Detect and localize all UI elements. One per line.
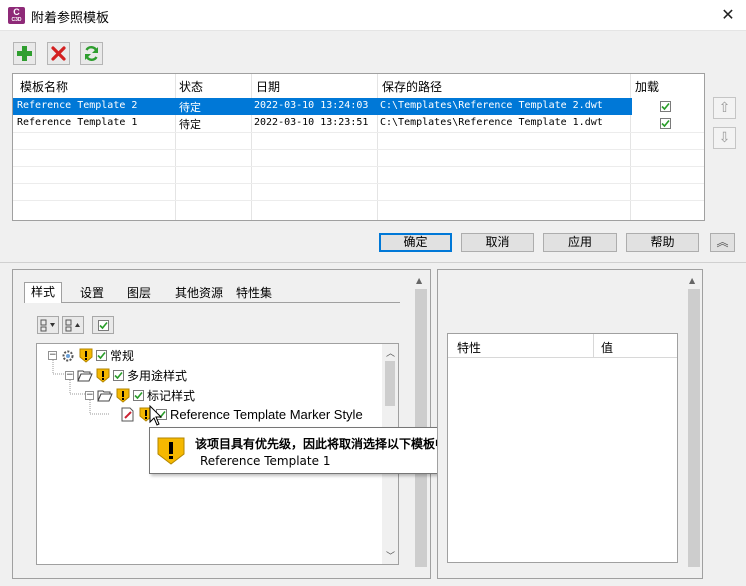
tooltip-detail: Reference Template 1 bbox=[200, 454, 331, 468]
column-header-value[interactable]: 值 bbox=[601, 339, 613, 356]
properties-grid[interactable]: 特性 值 bbox=[447, 333, 678, 563]
right-pane-scrollbar[interactable]: ▲ bbox=[686, 271, 702, 577]
node-checkbox[interactable] bbox=[133, 390, 144, 401]
collapse-toggle-icon[interactable]: − bbox=[48, 351, 57, 360]
load-checkbox[interactable] bbox=[660, 118, 671, 129]
tree-node-marker-styles[interactable]: − 标记样式 bbox=[85, 387, 195, 404]
open-folder-icon bbox=[97, 390, 113, 402]
warning-shield-icon bbox=[79, 348, 93, 363]
collapse-toggle-icon[interactable]: − bbox=[65, 371, 74, 380]
node-checkbox[interactable] bbox=[96, 350, 107, 361]
template-date-cell: 2022-03-10 13:23:51 bbox=[254, 117, 369, 128]
tree-node-label: 标记样式 bbox=[147, 389, 196, 403]
checkbox-icon bbox=[97, 319, 109, 331]
add-template-button[interactable] bbox=[13, 42, 36, 65]
expand-all-button[interactable] bbox=[37, 316, 59, 334]
template-date-cell: 2022-03-10 13:24:03 bbox=[254, 100, 369, 111]
title-bar: C C3D 附着参照模板 ✕ bbox=[0, 0, 746, 31]
checkmark-icon bbox=[661, 102, 670, 111]
collapse-all-button[interactable] bbox=[62, 316, 84, 334]
column-header-path[interactable]: 保存的路径 bbox=[382, 78, 442, 95]
column-header-name[interactable]: 模板名称 bbox=[20, 78, 68, 95]
style-document-icon bbox=[121, 407, 134, 422]
ok-button[interactable]: 确定 bbox=[379, 233, 452, 252]
column-header-property[interactable]: 特性 bbox=[457, 339, 481, 356]
move-down-button[interactable]: ⇩ bbox=[713, 127, 736, 149]
left-pane-scrollbar[interactable]: ▲ bbox=[413, 271, 429, 577]
tree-node-general[interactable]: − 常规 bbox=[48, 347, 134, 364]
tab-settings[interactable]: 设置 bbox=[74, 284, 110, 303]
column-header-status[interactable]: 状态 bbox=[179, 78, 203, 95]
help-button[interactable]: 帮助 bbox=[626, 233, 699, 252]
check-all-button[interactable] bbox=[92, 316, 114, 334]
table-row[interactable]: Reference Template 1 待定 2022-03-10 13:23… bbox=[13, 115, 632, 132]
tab-layers[interactable]: 图层 bbox=[121, 284, 157, 303]
refresh-button[interactable] bbox=[80, 42, 103, 65]
tree-node-label: 多用途样式 bbox=[127, 369, 188, 383]
red-x-icon bbox=[51, 46, 66, 61]
tree-node-multipurpose[interactable]: − 多用途样式 bbox=[65, 367, 187, 384]
warning-shield-icon bbox=[157, 437, 185, 465]
app-icon: C C3D bbox=[8, 7, 25, 24]
apply-button[interactable]: 应用 bbox=[543, 233, 617, 252]
tree-node-label: Reference Template Marker Style bbox=[170, 407, 363, 422]
cancel-button[interactable]: 取消 bbox=[461, 233, 534, 252]
collapse-toggle-icon[interactable]: − bbox=[85, 391, 94, 400]
column-header-date[interactable]: 日期 bbox=[256, 78, 280, 95]
tab-other-resources[interactable]: 其他资源 bbox=[169, 284, 229, 303]
template-name-cell: Reference Template 1 bbox=[17, 117, 138, 128]
app-icon-letter: C bbox=[13, 7, 20, 17]
checkmark-icon bbox=[661, 119, 670, 128]
move-up-button[interactable]: ⇧ bbox=[713, 97, 736, 119]
tree-node-label: 常规 bbox=[110, 349, 135, 363]
templates-table[interactable]: 模板名称 状态 日期 保存的路径 加载 Reference Template 2… bbox=[12, 73, 705, 221]
template-status-cell: 待定 bbox=[179, 101, 201, 114]
node-checkbox[interactable] bbox=[113, 370, 124, 381]
warning-shield-icon bbox=[116, 388, 130, 403]
template-path-cell: C:\Templates\Reference Template 2.dwt bbox=[380, 100, 603, 111]
plus-icon bbox=[17, 46, 32, 61]
warning-shield-icon bbox=[96, 368, 110, 383]
collapse-button[interactable]: ︽ bbox=[710, 233, 735, 252]
mouse-cursor-icon bbox=[149, 405, 163, 426]
app-icon-sub: C3D bbox=[11, 17, 22, 23]
template-name-cell: Reference Template 2 bbox=[17, 100, 138, 111]
tab-property-sets[interactable]: 特性集 bbox=[230, 284, 278, 303]
refresh-icon bbox=[85, 46, 98, 61]
expand-tree-icon bbox=[40, 319, 55, 332]
remove-template-button[interactable] bbox=[47, 42, 70, 65]
collapse-tree-icon bbox=[65, 319, 80, 332]
table-row[interactable]: Reference Template 2 待定 2022-03-10 13:24… bbox=[13, 98, 632, 115]
tab-styles[interactable]: 样式 bbox=[24, 282, 63, 303]
load-checkbox[interactable] bbox=[660, 101, 671, 112]
template-status-cell: 待定 bbox=[179, 118, 201, 131]
gear-icon bbox=[62, 350, 74, 361]
open-folder-icon bbox=[77, 370, 93, 382]
column-header-load[interactable]: 加载 bbox=[635, 78, 659, 95]
close-button[interactable]: ✕ bbox=[716, 4, 740, 26]
template-path-cell: C:\Templates\Reference Template 1.dwt bbox=[380, 117, 603, 128]
window-title: 附着参照模板 bbox=[31, 11, 110, 26]
